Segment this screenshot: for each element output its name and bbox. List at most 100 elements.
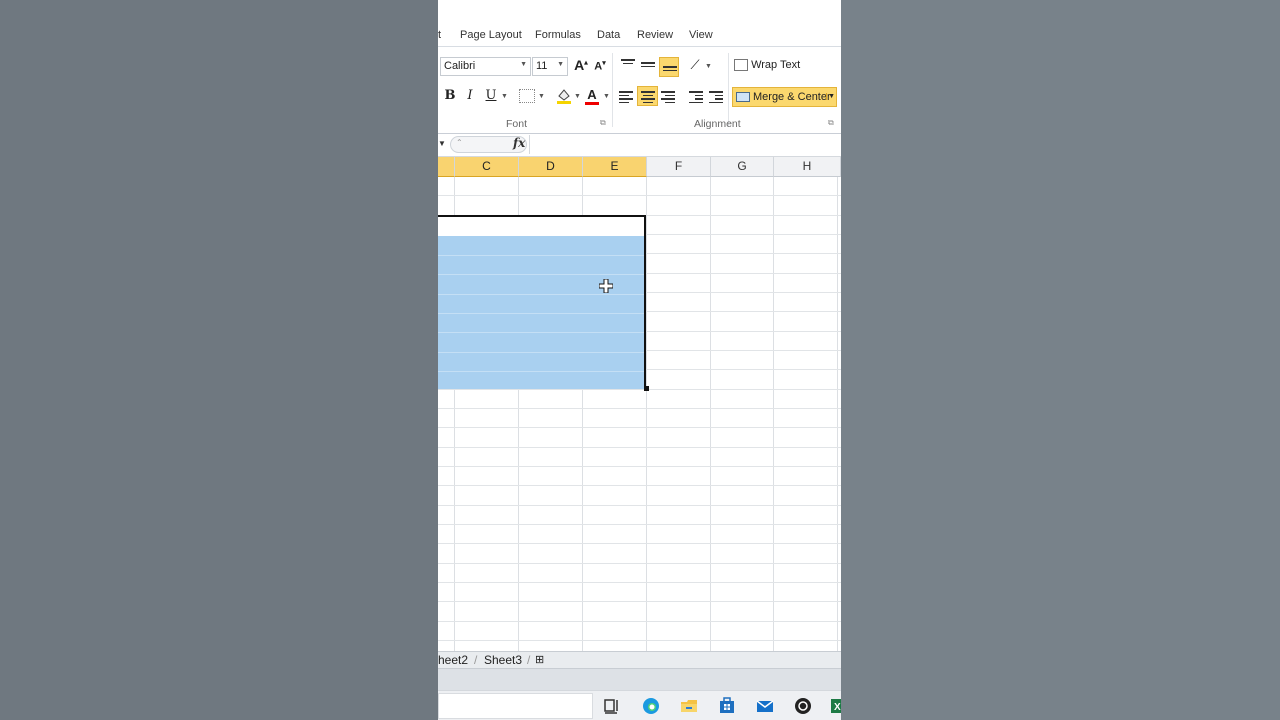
chevron-down-icon[interactable]: ▼: [538, 93, 545, 100]
tab-data[interactable]: Data: [597, 29, 620, 41]
grow-font-button[interactable]: A▴: [573, 57, 589, 73]
excel-app-icon[interactable]: X: [830, 697, 841, 715]
font-name-value: Calibri: [444, 60, 476, 72]
insert-sheet-icon[interactable]: ⊞: [535, 653, 544, 666]
align-right-icon[interactable]: [661, 91, 675, 103]
grid-line: [438, 352, 644, 353]
tab-page-layout[interactable]: Page Layout: [460, 29, 522, 41]
tab-divider: /: [527, 653, 531, 667]
column-header-e[interactable]: E: [583, 157, 647, 177]
align-left-icon[interactable]: [619, 91, 633, 103]
font-size-combo[interactable]: 11 ▼: [532, 57, 568, 76]
status-bar: [438, 668, 841, 691]
excel-window: t Page Layout Formulas Data Review View …: [438, 0, 841, 720]
grow-font-icon: A: [574, 57, 585, 73]
orientation-button[interactable]: ⟋: [687, 57, 703, 73]
microsoft-store-icon[interactable]: [718, 697, 736, 715]
font-group-label: Font: [506, 118, 528, 130]
merge-center-button[interactable]: Merge & Center ▼: [732, 87, 837, 107]
borders-button[interactable]: [519, 89, 535, 103]
insert-function-icon[interactable]: fx: [513, 136, 525, 150]
worksheet-grid[interactable]: [438, 177, 841, 651]
chevron-down-icon[interactable]: ▼: [574, 93, 581, 100]
group-separator: [728, 53, 729, 127]
grid-line: [438, 505, 841, 506]
edge-browser-icon[interactable]: [642, 697, 660, 715]
paint-bucket-icon: [557, 89, 571, 104]
chevron-down-icon: ▼: [557, 61, 564, 68]
grid-line: [773, 177, 774, 651]
grid-line: [438, 427, 841, 428]
align-bottom-icon: [663, 66, 677, 78]
column-header-f[interactable]: F: [647, 157, 711, 177]
column-header-g[interactable]: G: [711, 157, 774, 177]
grid-line: [438, 582, 841, 583]
grid-line: [438, 389, 841, 390]
taskbar-search-box[interactable]: [438, 693, 593, 719]
chevron-down-icon[interactable]: ▼: [705, 63, 712, 70]
collapse-icon[interactable]: ⌃: [456, 138, 463, 147]
chevron-down-icon[interactable]: ▼: [603, 93, 610, 100]
column-header-h[interactable]: H: [774, 157, 841, 177]
grid-line: [438, 255, 644, 256]
underline-button[interactable]: U: [484, 88, 498, 103]
align-center-button[interactable]: [637, 86, 658, 106]
chevron-down-icon[interactable]: ▼: [826, 93, 835, 100]
ribbon-tabs: t Page Layout Formulas Data Review View: [438, 26, 841, 46]
wrap-text-label: Wrap Text: [751, 59, 801, 71]
grid-line: [438, 195, 841, 196]
wrap-text-button[interactable]: Wrap Text: [734, 59, 838, 77]
column-header-c[interactable]: C: [455, 157, 519, 177]
cell-selection-range[interactable]: [438, 215, 646, 389]
tab-view[interactable]: View: [689, 29, 713, 41]
svg-text:X: X: [834, 702, 841, 713]
increase-indent-icon[interactable]: [709, 91, 723, 103]
tab-review[interactable]: Review: [637, 29, 673, 41]
bold-button[interactable]: B: [443, 88, 457, 103]
column-header-b[interactable]: [438, 157, 455, 177]
merge-center-label: Merge & Center: [753, 91, 831, 103]
tab-divider: /: [474, 653, 478, 667]
obs-recorder-icon[interactable]: [794, 697, 812, 715]
column-header-d[interactable]: D: [519, 157, 583, 177]
align-top-icon[interactable]: [621, 59, 635, 71]
align-bottom-button[interactable]: [659, 57, 679, 77]
font-size-value: 11: [536, 60, 548, 72]
sheet-tab-sheet3[interactable]: Sheet3: [484, 653, 522, 667]
grid-line: [438, 313, 644, 314]
italic-button[interactable]: I: [463, 88, 477, 103]
grid-line: [438, 466, 841, 467]
align-middle-icon[interactable]: [641, 62, 655, 74]
grid-line: [438, 601, 841, 602]
chevron-down-icon[interactable]: ▼: [501, 93, 508, 100]
shrink-font-button[interactable]: A▾: [593, 59, 607, 73]
fill-handle[interactable]: [644, 386, 649, 391]
task-view-icon[interactable]: [603, 697, 621, 715]
mail-icon[interactable]: [756, 697, 774, 715]
grid-line: [438, 371, 644, 372]
cell-cursor-icon: [599, 279, 613, 293]
tab-formulas[interactable]: Formulas: [535, 29, 581, 41]
fill-color-button[interactable]: [556, 87, 572, 105]
dialog-launcher-icon[interactable]: ⧉: [828, 118, 834, 128]
font-color-icon: A: [587, 87, 597, 102]
dialog-launcher-icon[interactable]: ⧉: [600, 118, 606, 128]
ribbon: Calibri ▼ 11 ▼ A▴ A▾ B I U ▼ ▼ ▼ A ▼ Fon…: [438, 46, 841, 134]
font-color-button[interactable]: A: [584, 87, 600, 105]
formula-input[interactable]: [529, 135, 841, 154]
font-name-combo[interactable]: Calibri ▼: [440, 57, 531, 76]
decrease-indent-icon[interactable]: [689, 91, 703, 103]
file-explorer-icon[interactable]: [680, 697, 698, 715]
text-orientation-icon: ⟋: [690, 57, 700, 72]
namebox-dropdown-icon[interactable]: ▼: [438, 139, 446, 148]
grid-line: [438, 294, 644, 295]
sheet-tab-sheet2[interactable]: heet2: [438, 653, 468, 667]
right-background: [841, 0, 1280, 720]
tab-insert[interactable]: t: [438, 29, 441, 41]
grid-line: [710, 177, 711, 651]
grid-line: [438, 621, 841, 622]
wrap-text-icon: [734, 59, 748, 72]
taskbar: X: [438, 690, 841, 720]
chevron-down-icon: ▼: [520, 61, 527, 68]
grid-line: [438, 485, 841, 486]
